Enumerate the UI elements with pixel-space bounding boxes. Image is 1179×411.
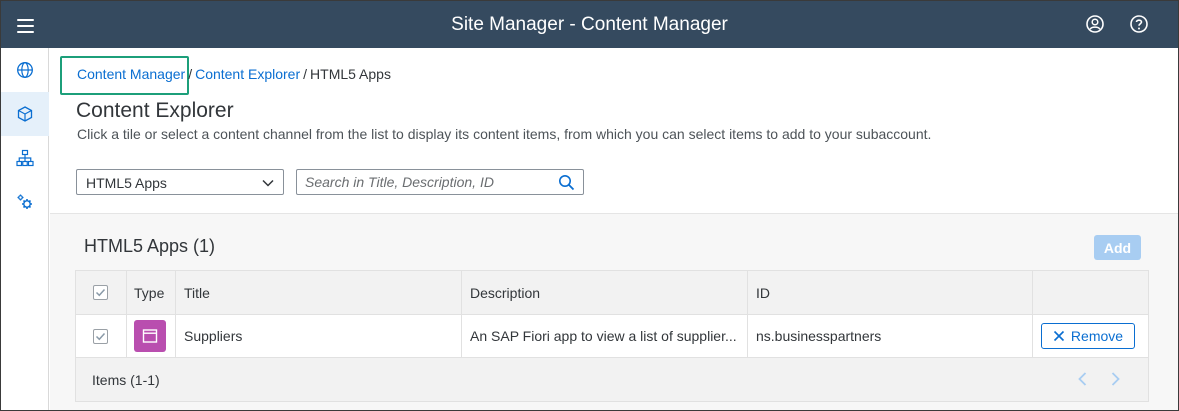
app-frame: Site Manager - Content Manager Content M… [0,0,1179,411]
table-footer: Items (1-1) [76,358,1148,401]
page-subtitle: Click a tile or select a content channel… [77,126,932,142]
column-divider [1032,271,1033,358]
breadcrumb-current: HTML5 Apps [310,66,391,82]
app-window-icon [134,320,166,352]
chevron-down-icon [262,179,274,187]
row-id: ns.businesspartners [756,328,882,344]
nav-content-manager[interactable] [1,92,49,136]
column-header-id[interactable]: ID [756,271,1026,314]
column-header-title[interactable]: Title [184,271,454,314]
select-all-checkbox[interactable] [93,285,108,300]
globe-icon [17,62,33,78]
content-area: HTML5 Apps (1) Add Type Title Descriptio… [50,214,1178,410]
column-divider [175,271,176,358]
breadcrumb-separator: / [188,66,193,82]
breadcrumb: Content Manager / Content Explorer / HTML5 A… [77,66,391,82]
breadcrumb-content-explorer[interactable]: Content Explorer [195,66,300,82]
row-select-cell [93,315,113,357]
channel-select-value: HTML5 Apps [86,175,167,191]
chevron-right-icon[interactable] [1106,370,1124,388]
nav-settings[interactable] [1,180,49,224]
row-type-cell [134,315,174,357]
side-navigation [1,48,49,410]
select-all-cell [93,271,113,314]
row-checkbox[interactable] [93,328,108,344]
shell-title: Site Manager - Content Manager [451,14,728,35]
breadcrumb-separator: / [303,66,308,82]
items-count: Items (1-1) [92,371,160,388]
add-button[interactable]: Add [1094,235,1141,260]
search-input[interactable] [305,173,550,191]
column-header-description[interactable]: Description [470,271,740,314]
table-title: HTML5 Apps (1) [84,236,216,256]
close-icon [1053,330,1064,342]
check-icon [95,332,106,340]
cube-icon [17,106,33,122]
hierarchy-icon [16,149,34,167]
search-field[interactable] [296,169,584,195]
nav-sites[interactable] [1,48,49,92]
column-divider [461,271,462,358]
user-icon[interactable] [1084,13,1106,35]
page-header: Content Manager / Content Explorer / HTML5 A… [50,48,1178,214]
page-title: Content Explorer [76,99,234,122]
breadcrumb-content-manager[interactable]: Content Manager [77,66,185,82]
apps-table: Type Title Description ID Suppliers An S… [75,270,1149,402]
remove-button[interactable]: Remove [1041,323,1135,349]
channel-select[interactable]: HTML5 Apps [76,169,284,195]
row-action-cell: Remove [1041,315,1141,357]
check-icon [95,288,106,297]
column-divider [126,271,127,358]
nav-hierarchy[interactable] [1,136,49,180]
table-row[interactable]: Suppliers An SAP Fiori app to view a lis… [76,315,1148,358]
column-header-type[interactable]: Type [134,271,174,314]
row-title: Suppliers [184,328,243,344]
row-description: An SAP Fiori app to view a list of suppl… [470,328,737,344]
remove-button-label: Remove [1070,328,1124,344]
column-divider [747,271,748,358]
shell-bar: Site Manager - Content Manager [1,1,1178,48]
table-header-row: Type Title Description ID [76,271,1148,315]
chevron-left-icon[interactable] [1074,370,1092,388]
help-icon[interactable] [1128,13,1150,35]
gears-icon [17,194,32,209]
search-icon[interactable] [558,174,575,191]
